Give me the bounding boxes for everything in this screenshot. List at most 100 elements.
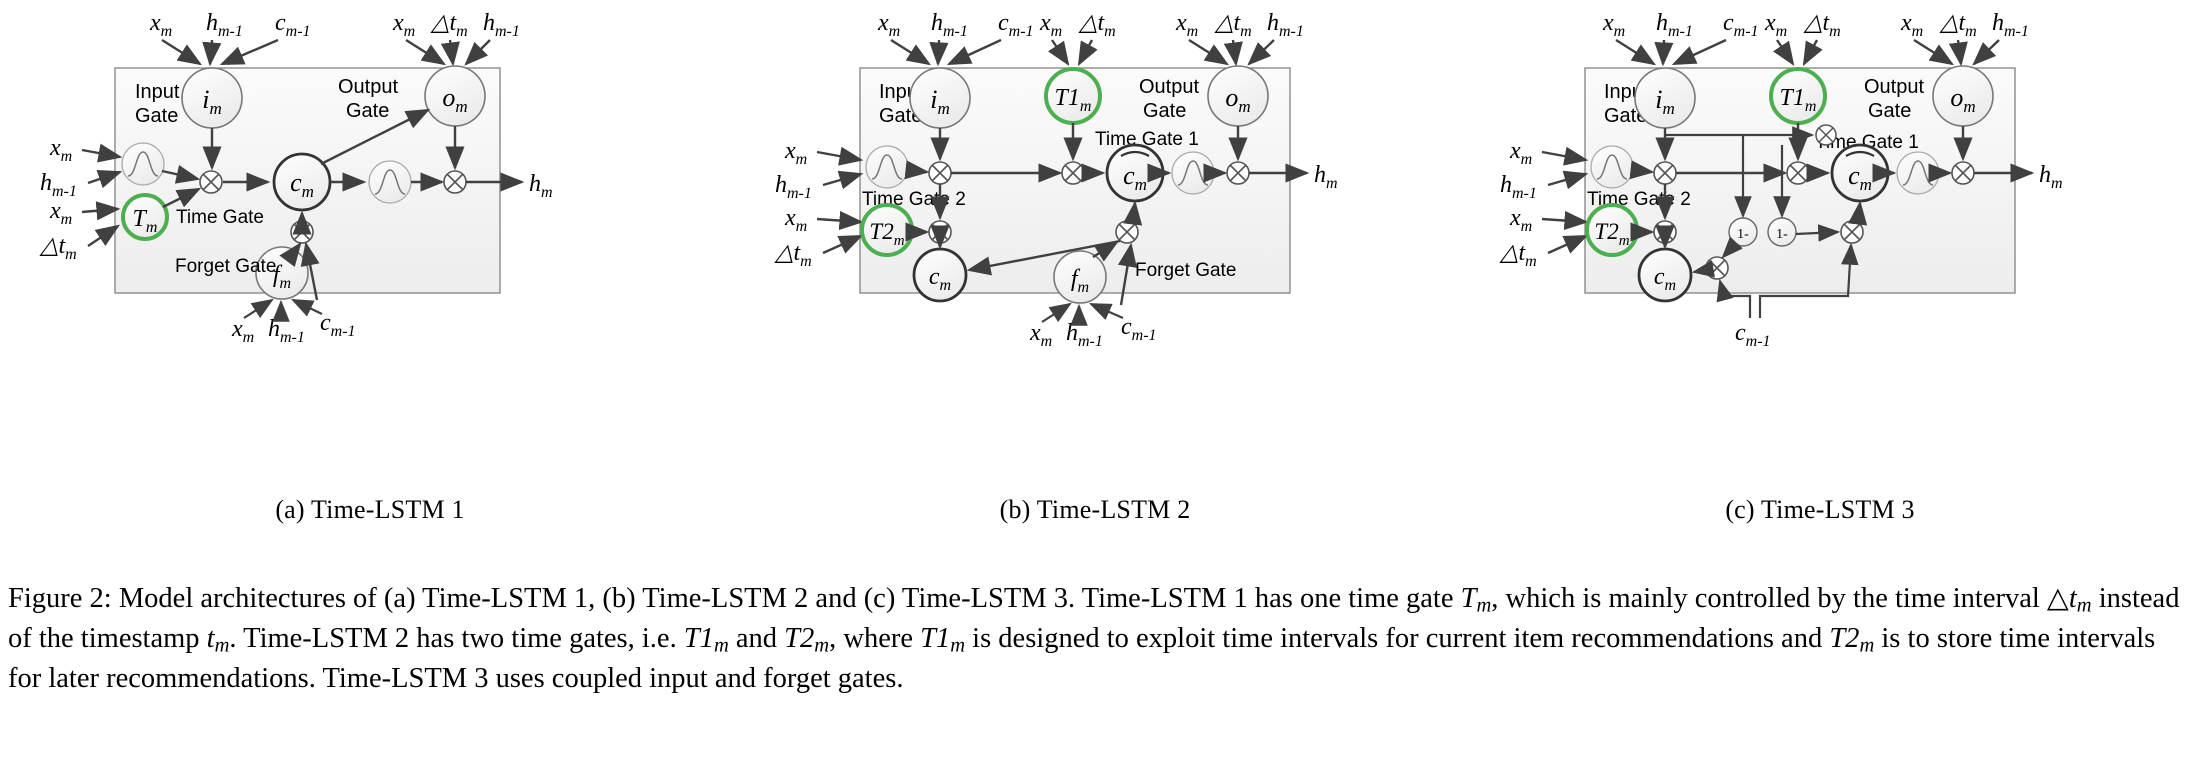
label-x-m-left-a: xm <box>49 135 72 165</box>
node-one-minus-b-c: 1- <box>1767 217 1797 247</box>
panel-time-lstm-2: xm hm-1 cm-1 xm △tm xm △tm hm-1 Input Ga… <box>735 0 1455 560</box>
label-output-gate-a-2: Gate <box>346 100 389 122</box>
label-x-m-left-c: xm <box>1509 138 1532 168</box>
figure-page: xm hm-1 cm-1 xm △tm hm-1 Input Gate Outp… <box>0 0 2202 768</box>
arrow-h-to-o-c <box>1972 39 2000 66</box>
arrow-c-to-i-c <box>1671 38 1727 66</box>
arrow-c-to-f-a <box>291 299 323 317</box>
label-delta-t-m-left-b: △tm <box>774 240 812 270</box>
arrow-dt-to-o-a <box>440 39 460 67</box>
label-delta-t-m-left-c: △tm <box>1499 240 1537 270</box>
top-input-labels-i-c: xm hm-1 cm-1 <box>1602 10 1759 40</box>
label-x-m-left2-a: xm <box>49 198 72 228</box>
node-input-gate-i-b <box>909 67 971 129</box>
label-h-m-1-i-b: hm-1 <box>931 10 968 40</box>
op-multiply-t1-b <box>1061 161 1085 185</box>
label-c-m-1-i-c: cm-1 <box>1723 10 1759 40</box>
top-input-labels-i-b: xm hm-1 cm-1 <box>877 10 1034 40</box>
arrow-x-to-o-c <box>1913 38 1955 66</box>
label-h-m-1-bot-a: hm-1 <box>268 316 305 346</box>
label-x-m-o-b: xm <box>1175 10 1198 40</box>
label-x-m-bot-b: xm <box>1029 320 1052 350</box>
arrow-dt-in-bot-a <box>87 224 120 247</box>
arrow-h-to-i-a <box>202 39 222 67</box>
label-x-m-o-c: xm <box>1900 10 1923 40</box>
label-h-m-1-o-a: hm-1 <box>483 10 520 40</box>
label-x-m-left-b: xm <box>784 138 807 168</box>
label-x-m-i-b: xm <box>877 10 900 40</box>
node-one-minus-a-c: 1- <box>1728 217 1758 247</box>
label-h-m-1-bot-b: hm-1 <box>1066 320 1103 350</box>
node-input-gate-i-c <box>1634 67 1696 129</box>
label-output-gate-c: Output <box>1864 76 1924 98</box>
label-h-m-1-o-b: hm-1 <box>1267 10 1304 40</box>
arrow-c-to-i-b <box>946 38 1002 66</box>
label-x-m-left2-c: xm <box>1509 205 1532 235</box>
label-x-m-i-c: xm <box>1602 10 1625 40</box>
top-input-labels-left: xm hm-1 cm-1 <box>149 10 311 40</box>
op-multiply-input-c <box>1653 161 1677 185</box>
panel-caption-c: (c) Time-LSTM 3 <box>1725 495 1915 524</box>
op-multiply-forget-b <box>1115 220 1139 244</box>
arrow-x-in-bot-a <box>81 201 121 221</box>
label-output-gate-c-2: Gate <box>1868 100 1911 122</box>
arrow-h-to-o-b <box>1247 39 1275 66</box>
op-multiply-top-right-c <box>1815 124 1837 146</box>
arrow-dt-in-bot-c <box>1547 234 1589 255</box>
op-multiply-output-b <box>1226 161 1250 185</box>
node-label-one-minus-b-c: 1- <box>1776 227 1788 242</box>
arrow-x-to-o-b <box>1188 38 1230 66</box>
arrow-x-to-i-b <box>890 38 932 66</box>
label-x-m-left2-b: xm <box>784 205 807 235</box>
arrow-x-in-top-c <box>1541 146 1589 166</box>
label-x-m-t1-c: xm <box>1764 10 1787 40</box>
label-h-m-output-a: hm <box>529 171 553 201</box>
label-output-gate-b-2: Gate <box>1143 100 1186 122</box>
node-label-one-minus-a-c: 1- <box>1737 227 1749 242</box>
figure-caption: Figure 2: Model architectures of (a) Tim… <box>8 580 2193 698</box>
label-h-m-1-top-a: hm-1 <box>206 10 243 40</box>
label-forget-gate-b: Forget Gate <box>1135 260 1236 281</box>
op-multiply-t1-c <box>1786 161 1810 185</box>
arrow-dt-to-t1-b <box>1077 39 1098 67</box>
arrow-dt-in-bot-b <box>822 234 864 255</box>
arrow-c-to-i-a <box>219 38 279 66</box>
label-h-m-output-b: hm <box>1314 162 1338 192</box>
label-input-gate-a-2: Gate <box>135 105 178 127</box>
left-input-labels-b: xm hm-1 xm △tm <box>774 138 812 270</box>
label-x-m-t1-b: xm <box>1039 10 1062 40</box>
top-input-labels-t1-b: xm △tm <box>1039 10 1116 40</box>
label-output-gate-b: Output <box>1139 76 1199 98</box>
op-multiply-forget-a <box>290 220 314 244</box>
op-multiply-t2-c <box>1653 220 1677 244</box>
label-h-m-output-c: hm <box>2039 162 2063 192</box>
arrow-x-to-o-a <box>405 38 447 66</box>
label-h-m-1-i-c: hm-1 <box>1656 10 1693 40</box>
arrow-x-to-i-a <box>161 38 203 66</box>
arrow-x-in-bot-b <box>816 210 864 231</box>
bottom-input-labels-b: xm hm-1 cm-1 <box>1029 314 1157 350</box>
label-delta-t-m-t1-b: △tm <box>1078 10 1116 40</box>
label-c-m-1-bot-b: cm-1 <box>1121 314 1157 344</box>
op-multiply-t2-b <box>928 220 952 244</box>
label-delta-t-m-left-a: △tm <box>39 233 77 263</box>
label-x-m-o-a: xm <box>392 10 415 40</box>
label-h-m-1-o-c: hm-1 <box>1992 10 2029 40</box>
diagram-time-lstm-2: xm hm-1 cm-1 xm △tm xm △tm hm-1 Input Ga… <box>774 10 1338 350</box>
top-input-labels-o-b: xm △tm hm-1 <box>1175 10 1304 40</box>
diagram-time-lstm-1: xm hm-1 cm-1 xm △tm hm-1 Input Gate Outp… <box>39 10 553 346</box>
left-input-labels-a: xm hm-1 xm △tm <box>39 135 77 263</box>
arrow-x-in-top-b <box>816 146 864 166</box>
label-h-m-1-left-a: hm-1 <box>40 170 77 200</box>
op-multiply-forget-right-c <box>1840 220 1864 244</box>
label-input-gate-a: Input <box>135 81 180 103</box>
op-multiply-output-c <box>1951 161 1975 185</box>
arrow-dt-to-o-c <box>1948 39 1968 67</box>
arrow-h-in-top-b <box>822 170 864 190</box>
label-x-m-top-a: xm <box>149 10 172 40</box>
figure-panels-row: xm hm-1 cm-1 xm △tm hm-1 Input Gate Outp… <box>0 0 2202 560</box>
op-multiply-input-a <box>199 170 223 194</box>
node-tanh-output-c <box>1896 151 1940 195</box>
arrow-c-to-f-b <box>1088 302 1124 320</box>
arrow-x-in-bot-c <box>1541 210 1589 231</box>
